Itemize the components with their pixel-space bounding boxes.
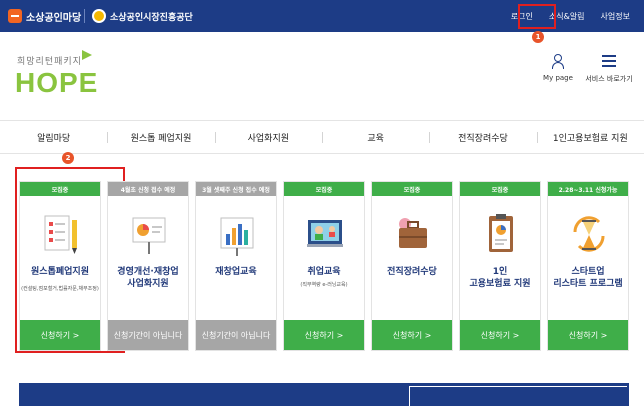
nav-reemployment-allowance[interactable]: 전직장려수당 [429,131,536,144]
step-badge-2: 2 [62,152,74,164]
card-title: 경영개선·재창업 사업화지원 [117,267,179,289]
sitemap-label: 서비스 바로가기 [585,75,633,83]
card-status-tag: 4월초 신청 접수 예정 [108,182,188,196]
card-title: 스타트업 리스타트 프로그램 [553,267,623,289]
card-status-tag: 모집중 [460,182,540,196]
nav-education[interactable]: 교육 [321,131,429,144]
sitemap-button[interactable]: 서비스 바로가기 [584,54,634,84]
paper-plane-icon [82,50,92,60]
card-status-tag: 모집중 [20,182,100,196]
apply-button[interactable]: 신청하기 > [372,320,452,350]
mypage-button[interactable]: My page [540,54,576,82]
sosanggongin-madang-logo[interactable]: 소상공인마당 [8,7,81,25]
card-status-tag: 모집중 [372,182,452,196]
apply-button[interactable]: 신청하기 > [460,320,540,350]
banner-inner-frame [409,386,627,406]
apply-button[interactable]: 신청하기 > [20,320,100,350]
video-call-icon [307,220,343,247]
hourglass-icon [573,216,605,252]
clipboard-icon [489,214,513,252]
briefcase-icon [399,218,427,248]
apply-button[interactable]: 신청하기 > [284,320,364,350]
program-card[interactable]: 모집중 원스톱폐업지원 (컨설팅,점포철거,법률자문,채무조정) 신청하기 > [19,181,101,351]
checklist-icon [44,215,77,254]
logo1-text: 소상공인마당 [26,12,82,24]
program-card[interactable]: 3월 셋째주 신청 접수 예정 재창업교육 신청기간이 아닙니다 [195,181,277,351]
site-header: 희망리턴패키지 HOPE My page 서비스 바로가기 [0,32,644,110]
login-highlight-box [518,4,556,29]
logo2-text: 소상공인시장진흥공단 [110,12,193,23]
mypage-label: My page [543,74,573,82]
program-card[interactable]: 모집중 1인 고용보험료 지원 신청하기 > [459,181,541,351]
card-subtitle: (직무역량 e-러닝교육) [300,282,348,288]
card-title: 재창업교육 [215,267,257,277]
madang-logo-icon [8,9,22,23]
brand-subtitle: 희망리턴패키지 [17,57,82,67]
card-title: 취업교육 [307,267,341,277]
main-nav: 알림마당 원스톱 폐업지원 사업화지원 교육 전직장려수당 1인고용보험료 지원 [0,120,644,154]
business-info-link[interactable]: 사업정보 [593,11,638,22]
program-card[interactable]: 4월초 신청 접수 예정 경영개선·재창업 사업화지원 신청기간이 아닙니다 [107,181,189,351]
program-cards: 모집중 원스톱폐업지원 (컨설팅,점포철거,법률자문,채무조정) 신청하기 > … [19,181,629,351]
bar-chart-icon [220,217,254,256]
apply-button[interactable]: 신청하기 > [548,320,628,350]
card-status-tag: 3월 셋째주 신청 접수 예정 [196,182,276,196]
nav-commercialization[interactable]: 사업화지원 [214,131,322,144]
card-title: 원스톱폐업지원 [31,267,89,277]
card-status-tag: 모집중 [284,182,364,196]
nav-onestop-closure[interactable]: 원스톱 폐업지원 [107,131,214,144]
program-card[interactable]: 모집중 전직장려수당 신청하기 > [371,181,453,351]
nav-insurance-support[interactable]: 1인고용보험료 지원 [536,131,644,144]
card-title: 전직장려수당 [387,267,437,277]
bottom-banner[interactable] [19,383,629,406]
program-card[interactable]: 모집중 취업교육 (직무역량 e-러닝교육) 신청하기 > [283,181,365,351]
semas-logo-icon [92,9,106,23]
program-card[interactable]: 2.28~3.11 신청가능 스타트업 리스타트 프로그램 신청하기 > [547,181,629,351]
user-icon [552,54,564,69]
semas-logo[interactable]: 소상공인시장진흥공단 [92,7,193,25]
card-status-tag: 2.28~3.11 신청가능 [548,182,628,196]
apply-button-disabled[interactable]: 신청기간이 아닙니다 [108,320,188,350]
apply-button-disabled[interactable]: 신청기간이 아닙니다 [196,320,276,350]
presentation-icon [132,217,166,254]
card-title: 1인 고용보험료 지원 [469,267,531,289]
logo-divider [84,9,85,23]
card-subtitle: (컨설팅,점포철거,법률자문,채무조정) [21,286,99,292]
nav-notice[interactable]: 알림마당 [0,131,107,144]
hope-logo[interactable]: HOPE [15,67,98,99]
menu-icon [602,54,616,68]
